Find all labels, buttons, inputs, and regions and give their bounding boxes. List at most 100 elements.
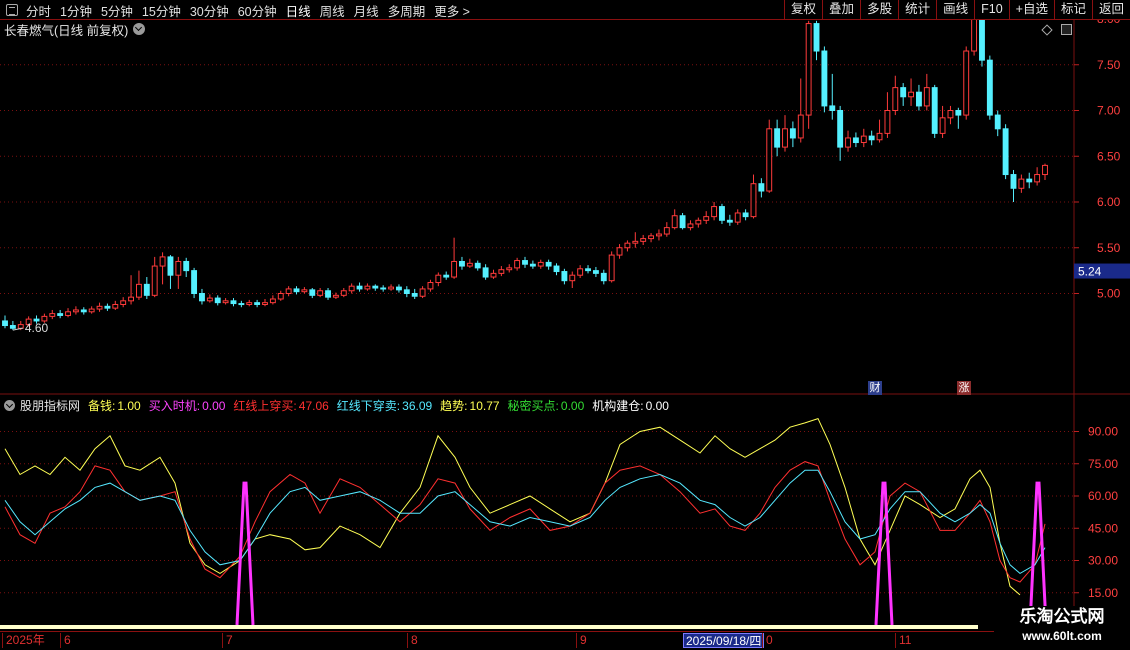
tab-period-7[interactable]: 周线 <box>320 1 345 20</box>
price-chart[interactable]: 8.007.507.006.506.005.505.008.254.605.24 <box>0 20 1130 395</box>
price-tick-label: 7.00 <box>1097 104 1121 118</box>
window-icon[interactable] <box>1061 24 1072 35</box>
date-label: 0 <box>762 633 773 648</box>
date-label: 8 <box>407 633 418 648</box>
watermark-title: 乐淘公式网 <box>1019 607 1105 626</box>
candle <box>411 293 418 297</box>
candle <box>553 265 560 273</box>
legend-value: 36.09 <box>402 399 433 413</box>
price-tick-label: 5.50 <box>1097 241 1121 255</box>
indicator-tick-label: 15.00 <box>1088 586 1118 600</box>
candle <box>206 297 213 302</box>
candle <box>183 260 190 272</box>
candle <box>191 270 198 294</box>
candle <box>1010 174 1017 189</box>
base-signal-bar <box>0 625 978 629</box>
candle <box>1042 164 1048 176</box>
candle <box>277 293 284 300</box>
legend-value: 47.06 <box>298 399 329 413</box>
candle <box>395 286 402 291</box>
candle <box>695 219 702 225</box>
candle <box>624 242 631 249</box>
candle <box>474 262 481 269</box>
candle <box>663 227 670 235</box>
candle <box>254 302 261 305</box>
f10-button[interactable]: F10 <box>974 0 1009 20</box>
tab-period-more[interactable]: 更多 > <box>434 1 470 20</box>
indicator-settings-icon[interactable] <box>4 400 15 411</box>
candle <box>569 274 576 282</box>
dropdown-icon[interactable] <box>133 23 146 35</box>
stock-title-bar: 长春燃气(日线 前复权) <box>4 21 146 38</box>
tab-period-0[interactable]: 分时 <box>26 1 51 20</box>
candle <box>506 267 513 271</box>
candle <box>1002 128 1009 176</box>
candle <box>923 87 930 107</box>
tab-period-8[interactable]: 月线 <box>354 1 379 20</box>
candle <box>860 135 867 144</box>
candle <box>1018 178 1025 189</box>
draw-line-button[interactable]: 画线 <box>936 0 974 20</box>
candle <box>222 300 229 304</box>
legend-item-5: 秘密买点: 0.00 <box>508 397 585 414</box>
candle <box>120 300 127 305</box>
tab-period-1[interactable]: 1分钟 <box>60 1 92 20</box>
menu-icon[interactable] <box>6 4 18 16</box>
candle <box>979 20 985 61</box>
candle <box>742 212 749 218</box>
candle <box>403 289 410 294</box>
add-watchlist-button[interactable]: +自选 <box>1008 0 1054 20</box>
candle <box>332 294 339 298</box>
date-label: 11 <box>895 633 911 648</box>
candle <box>789 128 796 139</box>
candle <box>230 300 237 305</box>
statistics-button[interactable]: 统计 <box>898 0 936 20</box>
candle <box>616 247 623 256</box>
indicator-chart[interactable]: 90.00 75.00 60.00 45.00 30.00 15.00 <box>0 395 1130 631</box>
candle <box>427 282 434 290</box>
candle <box>529 263 536 267</box>
tab-period-9[interactable]: 多周期 <box>388 1 426 20</box>
trend-line <box>4 417 1021 596</box>
legend-label: 买入时机: <box>148 399 201 413</box>
overlay-button[interactable]: 叠加 <box>822 0 860 20</box>
legend-item-6: 机构建仓: 0.00 <box>592 397 669 414</box>
back-button[interactable]: 返回 <box>1091 0 1130 20</box>
legend-value: 0.00 <box>202 399 226 413</box>
candle <box>592 270 599 274</box>
period-toolbar: 分时 1分钟 5分钟 15分钟 30分钟 60分钟 日线 周线 月线 多周期 更… <box>0 0 1130 20</box>
candle <box>522 260 528 265</box>
candle <box>325 290 331 298</box>
date-axis: 2025年 6 7 8 9 2025/09/18/四 0 11 <box>0 631 1130 650</box>
rise-event-badge[interactable]: 涨 <box>957 381 971 395</box>
legend-label: 红线上穿买: <box>233 399 297 413</box>
date-label: 6 <box>60 633 71 648</box>
candle <box>585 268 591 272</box>
tab-period-6[interactable]: 日线 <box>286 1 311 20</box>
candle <box>112 303 119 309</box>
restore-rights-button[interactable]: 复权 <box>784 0 822 20</box>
tab-period-5[interactable]: 60分钟 <box>238 1 277 20</box>
finance-event-badge[interactable]: 财 <box>868 381 882 395</box>
multi-stock-button[interactable]: 多股 <box>860 0 898 20</box>
candle <box>482 267 489 278</box>
candle <box>269 298 276 304</box>
price-tick-label: 5.00 <box>1097 287 1121 301</box>
tab-period-3[interactable]: 15分钟 <box>142 1 181 20</box>
candle <box>1026 178 1033 183</box>
candle <box>915 91 922 107</box>
candle <box>380 287 387 290</box>
mark-button[interactable]: 标记 <box>1053 0 1092 20</box>
toolbar-buttons: 复权 叠加 多股 统计 画线 F10 +自选 标记 返回 <box>784 0 1130 20</box>
tab-period-4[interactable]: 30分钟 <box>190 1 229 20</box>
candle <box>868 135 875 141</box>
indicator-name[interactable]: 股朋指标网 <box>20 397 80 414</box>
price-tick-label: 6.50 <box>1097 149 1121 163</box>
diamond-icon[interactable] <box>1041 23 1053 36</box>
candle <box>151 265 158 296</box>
tab-period-2[interactable]: 5分钟 <box>101 1 133 20</box>
watermark-url: www.60lt.com <box>1022 629 1102 643</box>
cursor-date-label: 2025/09/18/四 <box>683 633 765 648</box>
candle <box>104 305 111 309</box>
legend-label: 备钱: <box>88 399 116 413</box>
